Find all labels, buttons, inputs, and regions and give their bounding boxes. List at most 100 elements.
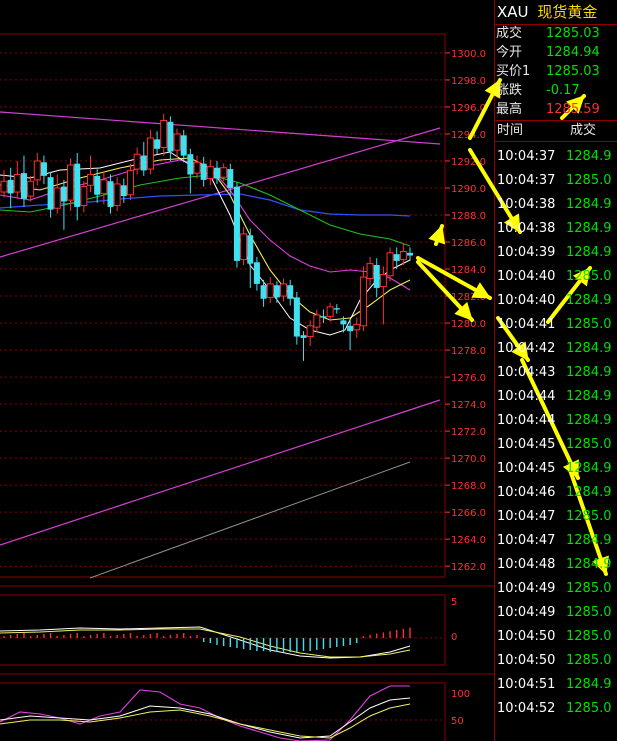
candle <box>206 159 214 186</box>
candle <box>379 266 387 325</box>
quote-label: 买价1 <box>496 64 531 79</box>
candle-body <box>100 179 108 194</box>
kdj-tick-label: 50 <box>451 716 464 727</box>
tick-time: 10:04:44 <box>497 413 556 428</box>
kdj-panel <box>0 685 411 741</box>
tick-row: 10:04:48 1284.9 <box>495 553 617 577</box>
candle-body <box>266 283 274 298</box>
kdj-tick-label: 100 <box>451 689 470 700</box>
candle-body <box>333 308 340 310</box>
candle-body <box>140 155 147 171</box>
price-tick-label: 1286.0 <box>451 238 486 249</box>
candle <box>140 142 147 176</box>
tick-row: 10:04:37 1284.9 <box>495 145 617 169</box>
candle-body <box>273 285 280 298</box>
tick-time: 10:04:52 <box>497 701 556 716</box>
tick-price: 1284.9 <box>566 389 612 404</box>
candle <box>0 170 8 198</box>
candle <box>180 129 187 163</box>
candle <box>53 174 61 214</box>
tick-price: 1285.0 <box>566 629 612 644</box>
candle-body <box>306 325 314 338</box>
tick-price: 1284.9 <box>566 557 612 572</box>
tick-time: 10:04:40 <box>497 269 556 284</box>
candle-body <box>240 233 248 261</box>
tick-price: 1284.9 <box>566 365 612 380</box>
tick-row: 10:04:40 1284.9 <box>495 289 617 313</box>
candle-body <box>227 169 234 188</box>
candle-body <box>386 252 394 277</box>
macd-frame <box>0 594 446 666</box>
tick-time: 10:04:38 <box>497 221 556 236</box>
tick-price: 1285.0 <box>566 701 612 716</box>
candle-body <box>60 186 67 202</box>
candle <box>333 304 340 314</box>
candle-body <box>7 179 14 194</box>
tick-row: 10:04:50 1285.0 <box>495 649 617 673</box>
quote-label: 成交 <box>496 26 523 41</box>
candle <box>240 227 248 265</box>
price-tick-label: 1270.0 <box>451 454 486 465</box>
instrument-name: 现货黄金 <box>537 3 598 21</box>
candle <box>273 281 280 303</box>
candle-body <box>180 135 187 156</box>
candle-body <box>399 250 407 261</box>
quote-value: 1285.59 <box>546 102 600 117</box>
candle <box>386 247 394 282</box>
tick-row: 10:04:51 1284.9 <box>495 673 617 697</box>
tick-price: 1284.9 <box>566 221 612 236</box>
candle-body <box>126 169 134 196</box>
candle-body <box>0 180 8 193</box>
tick-price: 1284.9 <box>566 341 612 356</box>
candle <box>113 177 121 211</box>
quote-label: 涨跌 <box>496 83 523 98</box>
candle-body <box>206 165 214 180</box>
price-tick-label: 1280.0 <box>451 319 486 330</box>
tick-row: 10:04:49 1285.0 <box>495 577 617 601</box>
tick-row: 10:04:40 1285.0 <box>495 265 617 289</box>
quote-row: 最高 1285.59 <box>495 100 617 119</box>
candle <box>160 113 168 156</box>
macd-tick-label: 0 <box>451 632 457 643</box>
candle-body <box>167 121 174 152</box>
tick-row: 10:04:52 1285.0 <box>495 697 617 721</box>
candle <box>133 147 141 175</box>
tick-price: 1284.9 <box>566 413 612 428</box>
candle-body <box>326 306 334 317</box>
candle <box>313 309 321 333</box>
tick-time: 10:04:44 <box>497 389 556 404</box>
tick-row: 10:04:43 1284.9 <box>495 361 617 385</box>
tick-time: 10:04:43 <box>497 365 556 380</box>
candle-body <box>359 276 367 327</box>
candle <box>47 171 54 218</box>
candle-body <box>220 167 228 178</box>
price-tick-label: 1284.0 <box>451 265 486 276</box>
candle <box>366 256 374 286</box>
tick-price: 1284.9 <box>566 533 612 548</box>
candle-body <box>213 167 220 179</box>
quote-value: 1284.94 <box>546 45 600 60</box>
tick-price: 1285.0 <box>566 173 612 188</box>
ticks-header-price: 成交 <box>570 123 597 138</box>
candle <box>154 131 161 155</box>
candle-body <box>187 154 194 175</box>
candle-body <box>373 264 380 288</box>
candle-body <box>233 186 240 261</box>
price-tick-label: 1296.0 <box>451 103 486 114</box>
candle-body <box>120 185 127 197</box>
price-tick-label: 1272.0 <box>451 427 486 438</box>
tick-time: 10:04:37 <box>497 149 556 164</box>
tick-price: 1285.0 <box>566 437 612 452</box>
candle <box>167 116 174 161</box>
macd-line-white <box>0 626 411 659</box>
price-tick-label: 1298.0 <box>451 76 486 87</box>
candle <box>233 182 240 268</box>
candle-body <box>366 263 374 279</box>
candle-body <box>67 164 75 201</box>
tick-time: 10:04:50 <box>497 653 556 668</box>
candle <box>266 277 274 303</box>
candle-body <box>74 163 81 207</box>
price-tick-label: 1276.0 <box>451 373 486 384</box>
candle-body <box>173 133 181 151</box>
tick-time: 10:04:39 <box>497 245 556 260</box>
